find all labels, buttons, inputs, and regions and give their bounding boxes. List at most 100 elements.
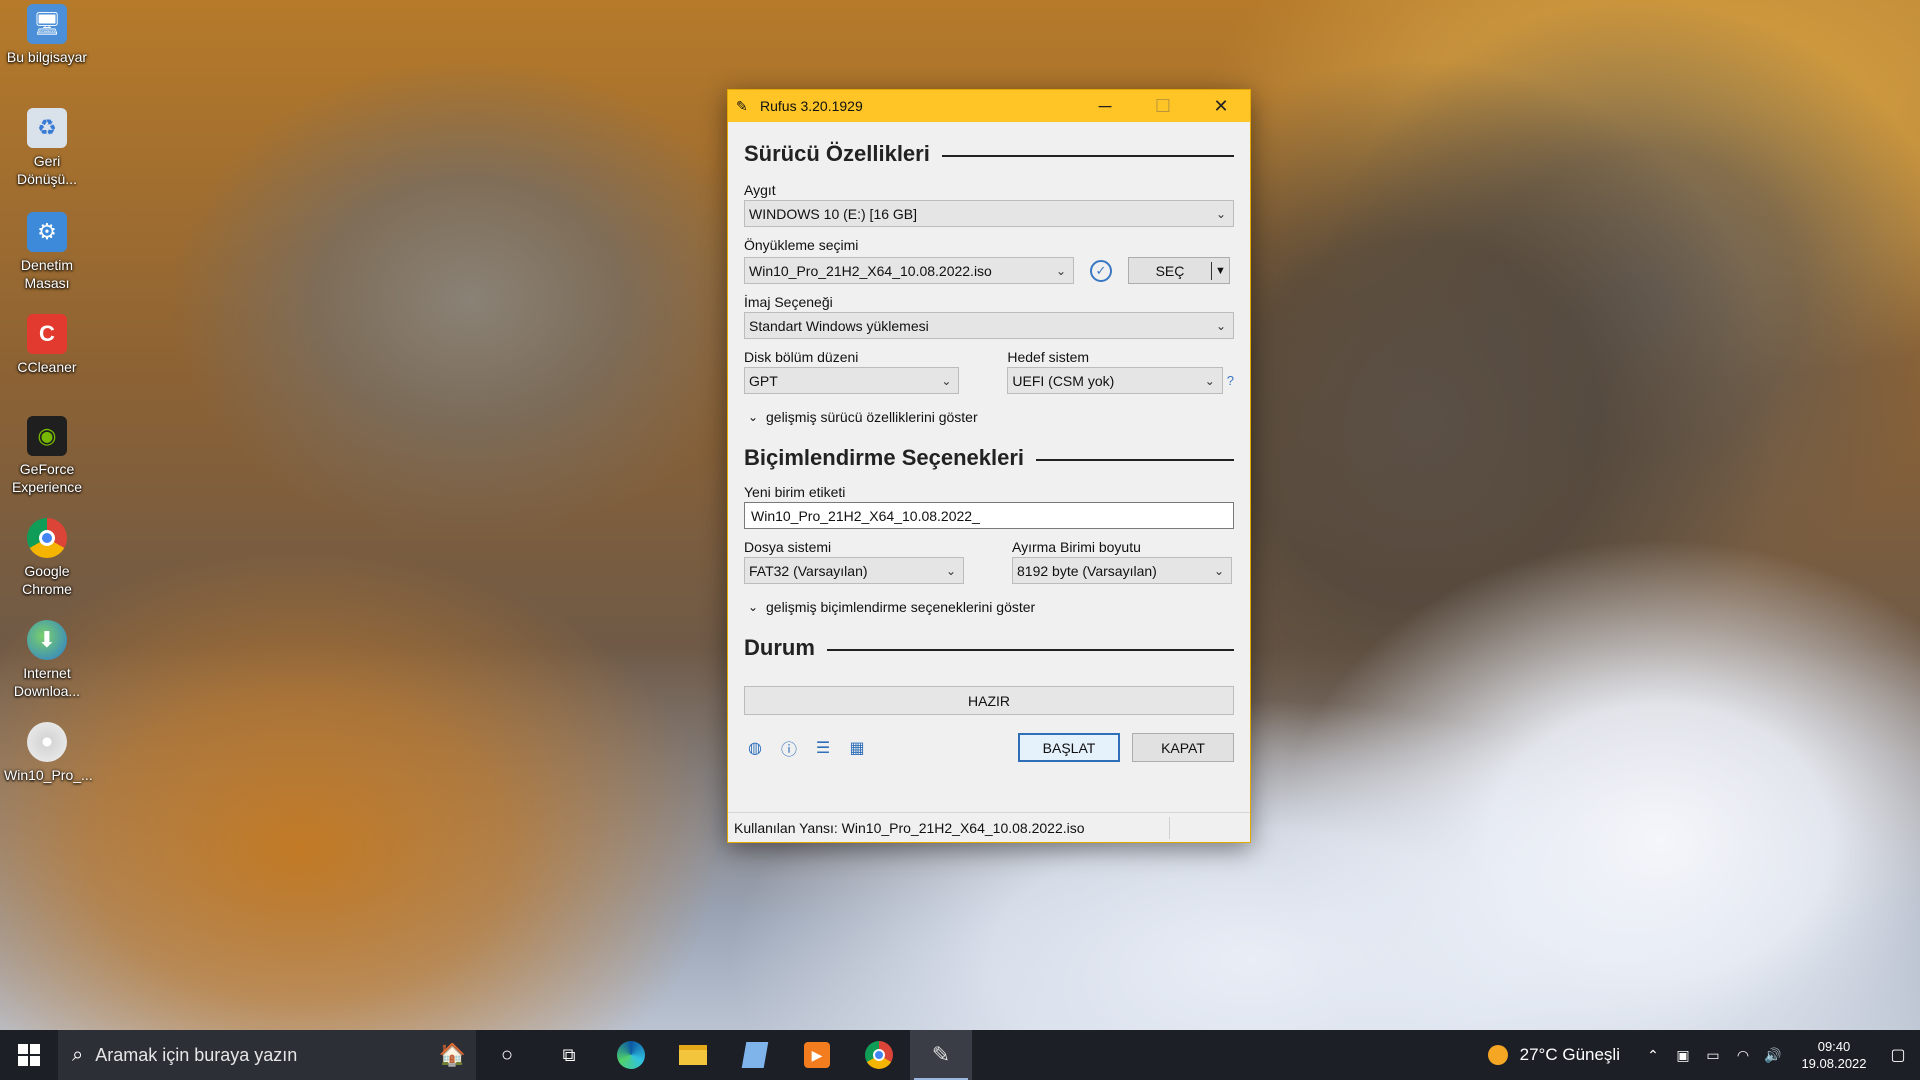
device-select[interactable]: WINDOWS 10 (E:) [16 GB] ⌄ xyxy=(744,200,1234,227)
task-view-icon[interactable]: ⧉ xyxy=(538,1030,600,1080)
target-system-value: UEFI (CSM yok) xyxy=(1012,372,1115,389)
status-progress-bar: HAZIR xyxy=(744,686,1234,715)
image-option-select[interactable]: Standart Windows yüklemesi ⌄ xyxy=(744,312,1234,339)
battery-icon[interactable]: ▭ xyxy=(1698,1047,1728,1064)
window-title: Rufus 3.20.1929 xyxy=(760,98,863,114)
search-placeholder: Aramak için buraya yazın xyxy=(95,1044,298,1065)
start-button[interactable]: BAŞLAT xyxy=(1018,733,1120,762)
desktop-icon-chrome[interactable]: Google Chrome xyxy=(4,518,90,598)
desktop-icon-label: Win10_Pro_... xyxy=(4,767,93,783)
taskbar: ⌕ Aramak için buraya yazın 🏠 ○ ⧉ ▶ ✎ 27°… xyxy=(0,1030,1920,1080)
system-tray: 27°C Güneşli ⌃ ▣ ▭ ◠ 🔊 09:40 19.08.2022 … xyxy=(1487,1030,1920,1080)
chevron-down-icon: ⌄ xyxy=(1204,373,1215,388)
section-title: Sürücü Özellikleri xyxy=(744,141,930,166)
rufus-taskbar-icon[interactable]: ✎ xyxy=(910,1030,972,1080)
device-value: WINDOWS 10 (E:) [16 GB] xyxy=(749,205,918,222)
partition-scheme-value: GPT xyxy=(749,372,778,389)
fs-cluster-row: Dosya sistemi FAT32 (Varsayılan) ⌄ Ayırm… xyxy=(744,529,1234,584)
help-icon[interactable]: ? xyxy=(1227,373,1234,388)
desktop-icon-idm[interactable]: ⬇ Internet Downloa... xyxy=(4,620,90,700)
desktop-icon-label: Geri Dönüşü... xyxy=(17,153,77,187)
target-system-label: Hedef sistem xyxy=(1007,349,1090,365)
maximize-button[interactable]: ☐ xyxy=(1134,90,1192,122)
select-image-button[interactable]: SEÇ ▼ xyxy=(1128,257,1230,284)
clock[interactable]: 09:40 19.08.2022 xyxy=(1792,1038,1876,1072)
file-system-label: Dosya sistemi xyxy=(744,539,832,555)
taskbar-search-box[interactable]: ⌕ Aramak için buraya yazın 🏠 xyxy=(58,1030,476,1080)
partition-column: Disk bölüm düzeni GPT ⌄ xyxy=(744,339,960,394)
close-button[interactable]: ✕ xyxy=(1192,90,1250,122)
status-bar: Kullanılan Yansı: Win10_Pro_21H2_X64_10.… xyxy=(728,812,1250,842)
rufus-window: ✎ Rufus 3.20.1929 ─ ☐ ✕ Sürücü Özellikle… xyxy=(727,89,1251,843)
clock-date: 19.08.2022 xyxy=(1801,1056,1867,1071)
device-icon[interactable]: ▣ xyxy=(1668,1047,1698,1064)
boot-selection-value: Win10_Pro_21H2_X64_10.08.2022.iso xyxy=(749,262,992,279)
section-title: Durum xyxy=(744,635,815,660)
geforce-icon: ◉ xyxy=(27,416,67,456)
partition-scheme-select[interactable]: GPT ⌄ xyxy=(744,367,960,394)
format-options-header: Biçimlendirme Seçenekleri xyxy=(744,440,1234,476)
notes-app-icon[interactable] xyxy=(724,1030,786,1080)
notification-icon[interactable]: ▢ xyxy=(1876,1045,1920,1065)
section-title: Biçimlendirme Seçenekleri xyxy=(744,445,1025,470)
disc-image-icon xyxy=(27,722,67,762)
desktop-icon-geforce[interactable]: ◉ GeForce Experience xyxy=(4,416,90,496)
desktop-icon-recycle-bin[interactable]: ♻ Geri Dönüşü... xyxy=(4,108,90,188)
boot-selection-select[interactable]: Win10_Pro_21H2_X64_10.08.2022.iso ⌄ xyxy=(744,257,1074,284)
advanced-drive-toggle[interactable]: ⌄ gelişmiş sürücü özelliklerini göster xyxy=(744,408,1234,426)
chrome-icon xyxy=(27,518,67,558)
computer-icon: 🖥 xyxy=(27,4,67,44)
usb-drive-icon: ✎ xyxy=(736,97,748,114)
file-system-select[interactable]: FAT32 (Varsayılan) ⌄ xyxy=(744,557,964,584)
about-info-icon[interactable]: ⓘ xyxy=(778,737,800,759)
cortana-icon[interactable]: ○ xyxy=(476,1030,538,1080)
target-system-select[interactable]: UEFI (CSM yok) ⌄ xyxy=(1007,367,1223,394)
media-player-icon[interactable]: ▶ xyxy=(786,1030,848,1080)
language-globe-icon[interactable]: ◍ xyxy=(744,737,766,759)
volume-icon[interactable]: 🔊 xyxy=(1758,1047,1788,1064)
boot-selection-row: Win10_Pro_21H2_X64_10.08.2022.iso ⌄ ✓ SE… xyxy=(744,257,1234,284)
volume-label-label: Yeni birim etiketi xyxy=(744,484,846,500)
chevron-down-icon: ⌄ xyxy=(1215,206,1227,221)
desktop-icon-control-panel[interactable]: ⚙ Denetim Masası xyxy=(4,212,90,292)
settings-sliders-icon[interactable]: ☰ xyxy=(812,737,834,759)
cluster-size-value: 8192 byte (Varsayılan) xyxy=(1017,562,1157,579)
cluster-size-select[interactable]: 8192 byte (Varsayılan) ⌄ xyxy=(1012,557,1232,584)
file-explorer-icon[interactable] xyxy=(662,1030,724,1080)
advanced-format-toggle[interactable]: ⌄ gelişmiş biçimlendirme seçeneklerini g… xyxy=(744,598,1234,616)
edge-icon[interactable] xyxy=(600,1030,662,1080)
file-system-value: FAT32 (Varsayılan) xyxy=(749,562,868,579)
sun-icon xyxy=(1487,1045,1508,1065)
chevron-up-icon[interactable]: ⌃ xyxy=(1638,1047,1668,1064)
desktop-icon-ccleaner[interactable]: C CCleaner xyxy=(4,314,90,376)
control-panel-icon: ⚙ xyxy=(27,212,67,252)
checksum-check-icon[interactable]: ✓ xyxy=(1090,259,1112,282)
select-image-label: SEÇ xyxy=(1155,262,1185,279)
section-divider xyxy=(1036,459,1234,461)
weather-widget[interactable]: 27°C Güneşli xyxy=(1487,1045,1620,1065)
advanced-format-toggle-label: gelişmiş biçimlendirme seçeneklerini gös… xyxy=(766,599,1036,615)
minimize-button[interactable]: ─ xyxy=(1076,90,1134,122)
chrome-taskbar-icon[interactable] xyxy=(848,1030,910,1080)
volume-label-input[interactable]: Win10_Pro_21H2_X64_10.08.2022_ xyxy=(744,502,1234,529)
drive-properties-header: Sürücü Özellikleri xyxy=(744,136,1234,172)
status-header: Durum xyxy=(744,630,1234,666)
desktop-icon-label: Internet Downloa... xyxy=(13,665,81,699)
log-table-icon[interactable]: ▦ xyxy=(846,737,868,759)
cluster-size-label: Ayırma Birimi boyutu xyxy=(1012,539,1141,555)
desktop-icon-iso[interactable]: Win10_Pro_... xyxy=(4,722,93,784)
ccleaner-icon: C xyxy=(27,314,67,354)
chevron-down-icon: ⌄ xyxy=(1055,263,1067,278)
wifi-icon[interactable]: ◠ xyxy=(1728,1047,1758,1064)
device-label: Aygıt xyxy=(744,182,776,198)
title-bar[interactable]: ✎ Rufus 3.20.1929 ─ ☐ ✕ xyxy=(728,90,1250,122)
image-option-value: Standart Windows yüklemesi xyxy=(749,317,929,334)
image-option-label: İmaj Seçeneği xyxy=(744,294,833,310)
start-button[interactable] xyxy=(0,1030,58,1080)
desktop-icon-this-pc[interactable]: 🖥 Bu bilgisayar xyxy=(4,4,90,66)
close-app-button[interactable]: KAPAT xyxy=(1132,733,1234,762)
desktop-icon-label: Bu bilgisayar xyxy=(6,49,88,65)
clock-time: 09:40 xyxy=(1817,1039,1851,1054)
boot-selection-label: Önyükleme seçimi xyxy=(744,237,859,253)
dropdown-arrow-icon[interactable]: ▼ xyxy=(1211,261,1229,280)
